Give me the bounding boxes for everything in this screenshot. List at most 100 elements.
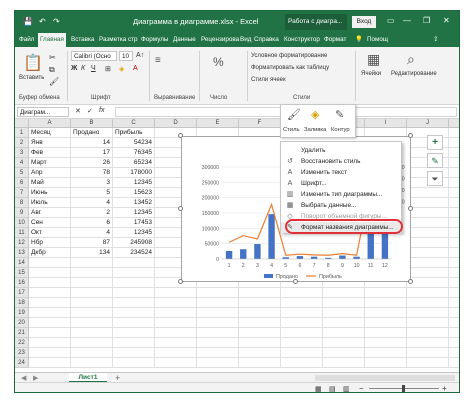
resize-handle[interactable]: [408, 279, 413, 284]
column-header[interactable]: I: [365, 119, 407, 128]
table-cell[interactable]: 76345: [113, 148, 155, 158]
redo-icon[interactable]: ↷: [53, 17, 60, 26]
table-cell[interactable]: [113, 308, 155, 318]
table-cell[interactable]: 65234: [113, 158, 155, 168]
format-as-table-button[interactable]: Форматировать как таблицу: [251, 65, 329, 71]
table-cell[interactable]: [71, 308, 113, 318]
menu-item-reset-style[interactable]: ↺ Восстановить стиль: [281, 156, 401, 167]
table-cell[interactable]: [449, 318, 459, 328]
table-cell[interactable]: [239, 358, 281, 368]
table-cell[interactable]: 12345: [113, 178, 155, 188]
table-cell[interactable]: [407, 298, 449, 308]
table-cell[interactable]: [71, 318, 113, 328]
cells-icon[interactable]: ▦: [367, 51, 380, 68]
row-header[interactable]: 7: [15, 188, 29, 198]
cells-button[interactable]: Ячейки: [361, 71, 381, 77]
font-size-select[interactable]: 10: [119, 51, 133, 61]
table-cell[interactable]: [155, 338, 197, 348]
column-header[interactable]: C: [113, 119, 155, 128]
row-header[interactable]: 19: [15, 308, 29, 318]
table-cell[interactable]: [239, 308, 281, 318]
row-header[interactable]: 9: [15, 208, 29, 218]
table-cell[interactable]: [197, 338, 239, 348]
table-cell[interactable]: [281, 328, 323, 338]
row-header[interactable]: 15: [15, 268, 29, 278]
table-cell[interactable]: [29, 308, 71, 318]
table-cell[interactable]: [113, 338, 155, 348]
row-header[interactable]: 22: [15, 338, 29, 348]
tab-page-layout[interactable]: Разметка стр: [99, 33, 138, 47]
row-header[interactable]: 12: [15, 238, 29, 248]
resize-handle[interactable]: [293, 279, 298, 284]
row-header[interactable]: 11: [15, 228, 29, 238]
table-cell[interactable]: [407, 228, 449, 238]
table-cell[interactable]: [113, 348, 155, 358]
table-cell[interactable]: 12345: [113, 228, 155, 238]
table-cell[interactable]: [323, 328, 365, 338]
tab-view[interactable]: Вид: [240, 33, 251, 47]
conditional-format-button[interactable]: Условное форматирование: [251, 53, 327, 59]
cancel-icon[interactable]: ✕: [75, 107, 81, 115]
table-cell[interactable]: [155, 348, 197, 358]
signin-button[interactable]: Вход: [352, 16, 376, 28]
underline-button[interactable]: Ч: [91, 65, 96, 72]
table-cell[interactable]: [29, 318, 71, 328]
table-cell[interactable]: [113, 258, 155, 268]
table-cell[interactable]: [407, 198, 449, 208]
table-cell[interactable]: Фев: [29, 148, 71, 158]
table-cell[interactable]: [449, 188, 459, 198]
table-cell[interactable]: 17: [71, 148, 113, 158]
chart-filters-icon[interactable]: ⏷: [427, 171, 443, 186]
table-cell[interactable]: 87: [71, 238, 113, 248]
table-cell[interactable]: Апр: [29, 168, 71, 178]
table-cell[interactable]: [281, 318, 323, 328]
table-cell[interactable]: [71, 338, 113, 348]
table-cell[interactable]: [197, 318, 239, 328]
table-cell[interactable]: [323, 288, 365, 298]
tab-home[interactable]: Главная: [38, 33, 66, 47]
menu-item-edit-text[interactable]: A Изменить текст: [281, 167, 401, 178]
table-cell[interactable]: [197, 298, 239, 308]
table-cell[interactable]: [365, 308, 407, 318]
style-button[interactable]: Стиль: [283, 127, 299, 133]
table-cell[interactable]: [29, 258, 71, 268]
table-cell[interactable]: [449, 148, 459, 158]
table-cell[interactable]: [239, 288, 281, 298]
table-cell[interactable]: [281, 348, 323, 358]
table-cell[interactable]: [449, 268, 459, 278]
table-cell[interactable]: 54234: [113, 138, 155, 148]
font-color-icon[interactable]: A: [133, 65, 138, 72]
table-cell[interactable]: [155, 298, 197, 308]
table-cell[interactable]: [449, 198, 459, 208]
table-cell[interactable]: [365, 338, 407, 348]
table-cell[interactable]: 134: [71, 248, 113, 258]
table-cell[interactable]: [449, 228, 459, 238]
name-box[interactable]: Диаграм...: [17, 107, 69, 117]
table-cell[interactable]: [323, 338, 365, 348]
table-cell[interactable]: [407, 318, 449, 328]
row-header[interactable]: 5: [15, 168, 29, 178]
select-all-corner[interactable]: [15, 119, 29, 128]
table-cell[interactable]: [323, 318, 365, 328]
align-icon[interactable]: ≡: [155, 55, 161, 66]
enter-icon[interactable]: ✓: [87, 107, 93, 115]
table-cell[interactable]: [407, 238, 449, 248]
grow-font-icon[interactable]: A↑: [136, 52, 144, 59]
table-cell[interactable]: [407, 308, 449, 318]
clipboard-icon[interactable]: 📋: [23, 53, 43, 73]
undo-icon[interactable]: ↶: [39, 17, 46, 26]
page-break-icon[interactable]: ▥: [343, 385, 350, 392]
tab-formulas[interactable]: Формулы: [141, 33, 168, 47]
table-cell[interactable]: [365, 328, 407, 338]
column-header[interactable]: J: [407, 119, 449, 128]
tab-file[interactable]: Файл: [19, 33, 34, 47]
table-cell[interactable]: 14: [71, 138, 113, 148]
table-cell[interactable]: 5: [71, 188, 113, 198]
row-header[interactable]: 3: [15, 148, 29, 158]
row-header[interactable]: 4: [15, 158, 29, 168]
table-cell[interactable]: [449, 248, 459, 258]
table-cell[interactable]: Сен: [29, 218, 71, 228]
table-cell[interactable]: [407, 218, 449, 228]
share-icon[interactable]: ⇪: [433, 33, 438, 47]
resize-handle[interactable]: [408, 133, 413, 138]
